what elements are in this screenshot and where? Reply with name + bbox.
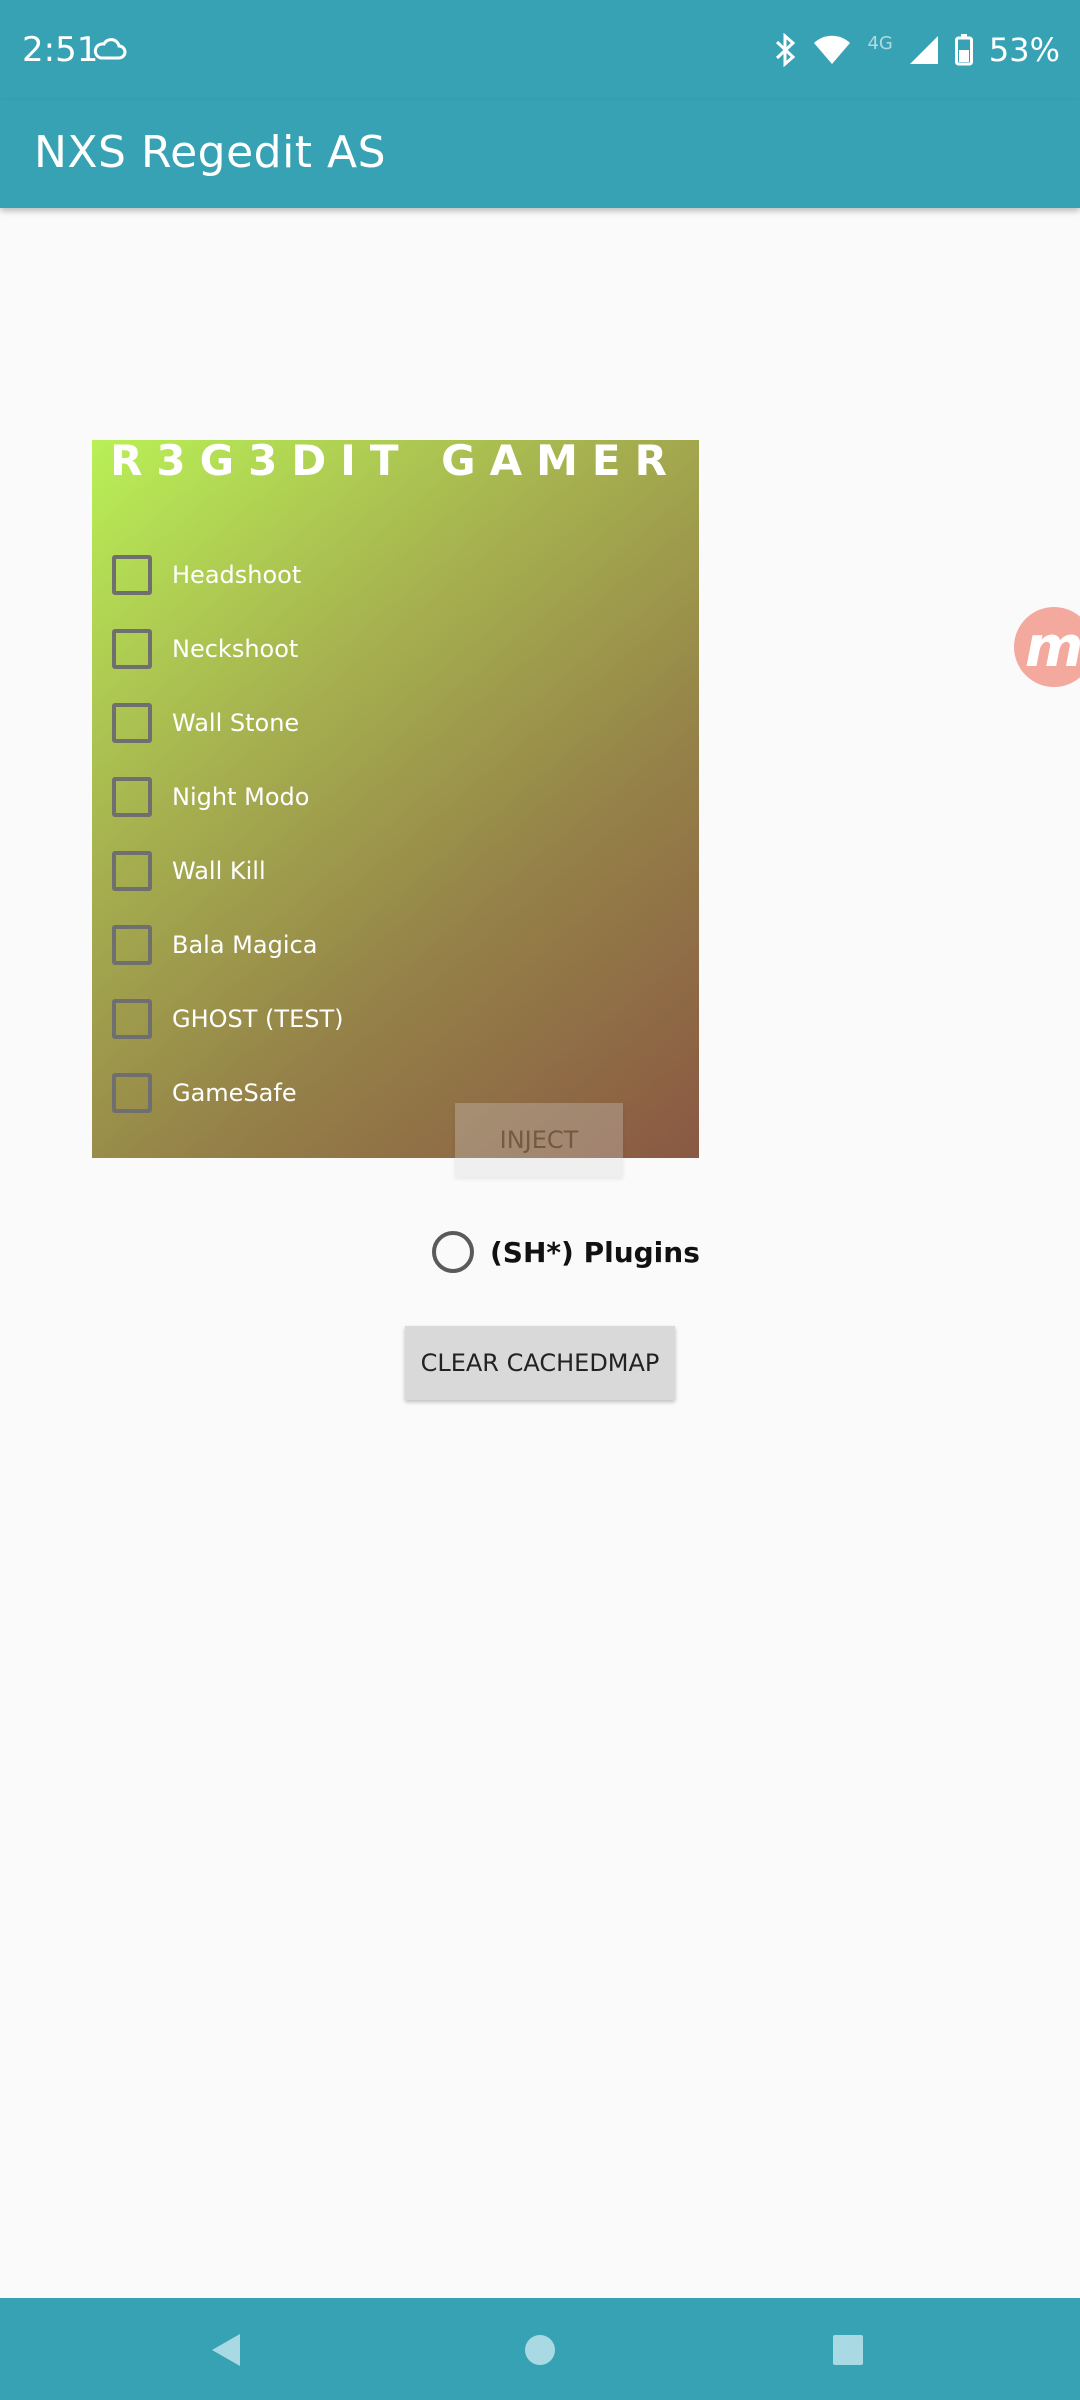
radio-button[interactable] xyxy=(432,1231,474,1273)
option-label: Wall Stone xyxy=(172,709,300,737)
checkbox[interactable] xyxy=(112,555,152,595)
checkbox[interactable] xyxy=(112,999,152,1039)
wifi-icon xyxy=(813,35,851,65)
status-bar: 2:51 4G 53% xyxy=(0,0,1080,100)
network-type: 4G xyxy=(867,32,893,54)
battery-percent: 53% xyxy=(988,31,1060,69)
navigation-bar xyxy=(0,2298,1080,2400)
plugins-radio-row[interactable]: (SH*) Plugins xyxy=(432,1228,700,1276)
menu-panel: R3G3DIT GAMER Headshoot Neckshoot Wall S… xyxy=(92,440,699,1158)
option-label: Bala Magica xyxy=(172,931,318,959)
option-label: Night Modo xyxy=(172,783,310,811)
option-neckshoot[interactable]: Neckshoot xyxy=(112,624,298,674)
bluetooth-icon xyxy=(773,33,797,67)
home-icon[interactable] xyxy=(518,2328,562,2372)
option-wall-stone[interactable]: Wall Stone xyxy=(112,698,299,748)
option-night-modo[interactable]: Night Modo xyxy=(112,772,309,822)
checkbox[interactable] xyxy=(112,925,152,965)
status-icons: 4G 53% xyxy=(773,28,1060,72)
status-time: 2:51 xyxy=(22,30,99,70)
checkbox[interactable] xyxy=(112,629,152,669)
recents-icon[interactable] xyxy=(826,2328,870,2372)
option-label: Headshoot xyxy=(172,561,302,589)
option-ghost-test[interactable]: GHOST (TEST) xyxy=(112,994,344,1044)
app-title: NXS Regedit AS xyxy=(34,127,387,178)
signal-icon xyxy=(909,35,939,65)
inject-button[interactable]: INJECT xyxy=(455,1103,623,1177)
option-label: Wall Kill xyxy=(172,857,266,885)
checkbox[interactable] xyxy=(112,1073,152,1113)
app-bar: NXS Regedit AS xyxy=(0,100,1080,208)
checkbox[interactable] xyxy=(112,851,152,891)
panel-title: R3G3DIT GAMER xyxy=(110,440,681,485)
checkbox[interactable] xyxy=(112,777,152,817)
battery-icon xyxy=(954,34,973,66)
option-gamesafe[interactable]: GameSafe xyxy=(112,1068,297,1118)
option-label: GameSafe xyxy=(172,1079,297,1107)
floating-bubble-label: m xyxy=(1024,614,1080,680)
option-label: Neckshoot xyxy=(172,635,299,663)
cloud-icon xyxy=(92,32,128,68)
back-icon[interactable] xyxy=(204,2328,248,2372)
checkbox[interactable] xyxy=(112,703,152,743)
option-label: GHOST (TEST) xyxy=(172,1005,344,1033)
option-wall-kill[interactable]: Wall Kill xyxy=(112,846,266,896)
option-headshoot[interactable]: Headshoot xyxy=(112,550,301,600)
clear-cachedmap-button[interactable]: CLEAR CACHEDMAP xyxy=(405,1326,675,1400)
option-bala-magica[interactable]: Bala Magica xyxy=(112,920,317,970)
radio-label: (SH*) Plugins xyxy=(490,1235,700,1269)
floating-app-bubble[interactable]: m xyxy=(1014,607,1080,687)
